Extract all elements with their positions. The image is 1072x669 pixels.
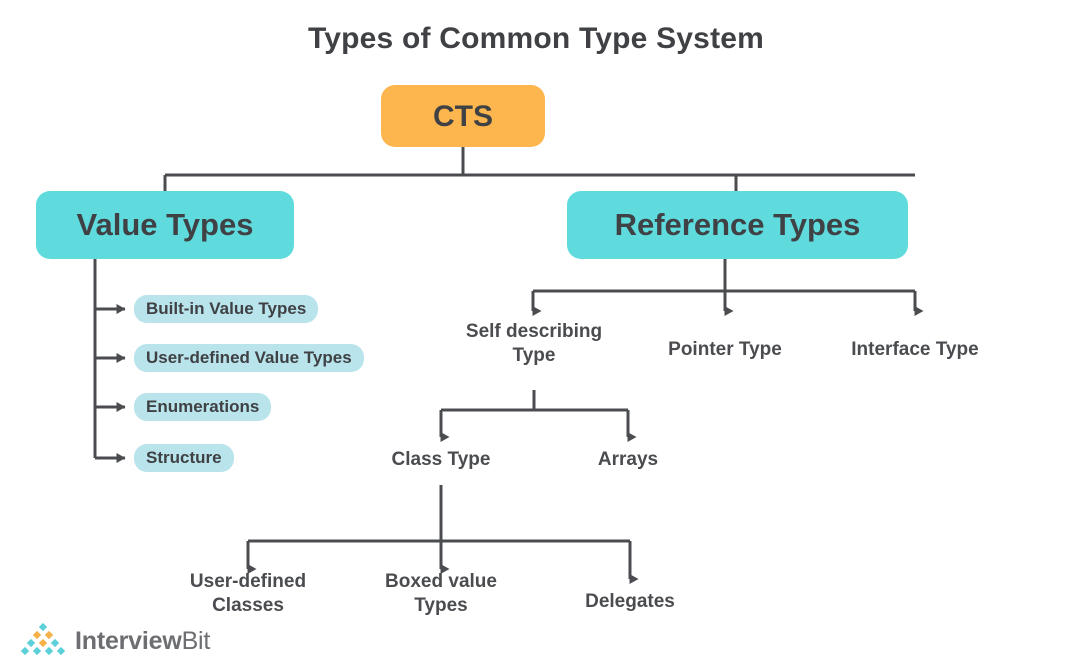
leaf-user-defined-classes[interactable]: User-defined Classes	[148, 570, 348, 619]
leaf-interface-type[interactable]: Interface Type	[815, 338, 1015, 362]
node-value-types[interactable]: Value Types	[36, 191, 294, 259]
leaf-boxed-value-types[interactable]: Boxed value Types	[341, 570, 541, 619]
leaf-delegates[interactable]: Delegates	[530, 590, 730, 614]
interviewbit-logo[interactable]: InterviewBit	[20, 621, 210, 661]
pill-label: User-defined Value Types	[146, 348, 352, 367]
diagram-canvas: Types of Common Type System CTS Value Ty…	[0, 0, 1072, 669]
page-title: Types of Common Type System	[307, 22, 765, 55]
pill-label: Built-in Value Types	[146, 299, 307, 318]
logo-name-light: Bit	[181, 626, 211, 655]
logo-name-bold: Interview	[75, 626, 182, 655]
leaf-pointer-type[interactable]: Pointer Type	[625, 338, 825, 362]
pill-enumerations[interactable]: Enumerations	[134, 393, 272, 421]
node-reference-types-label: Reference Types	[614, 206, 861, 242]
leaf-class-type[interactable]: Class Type	[341, 448, 541, 472]
node-reference-types[interactable]: Reference Types	[567, 191, 908, 259]
pill-label: Enumerations	[146, 397, 260, 416]
leaf-arrays[interactable]: Arrays	[528, 448, 728, 472]
pill-user-defined-value-types[interactable]: User-defined Value Types	[134, 344, 364, 372]
node-cts[interactable]: CTS	[381, 85, 545, 147]
pill-structure[interactable]: Structure	[134, 444, 234, 472]
node-cts-label: CTS	[433, 99, 493, 133]
node-value-types-label: Value Types	[76, 206, 254, 242]
interviewbit-logo-mark	[20, 622, 66, 657]
leaf-self-describing-type[interactable]: Self describing Type	[434, 320, 634, 369]
pill-built-in-value-types[interactable]: Built-in Value Types	[134, 295, 319, 323]
pill-label: Structure	[146, 448, 222, 467]
interviewbit-logo-text: InterviewBit	[75, 626, 211, 655]
